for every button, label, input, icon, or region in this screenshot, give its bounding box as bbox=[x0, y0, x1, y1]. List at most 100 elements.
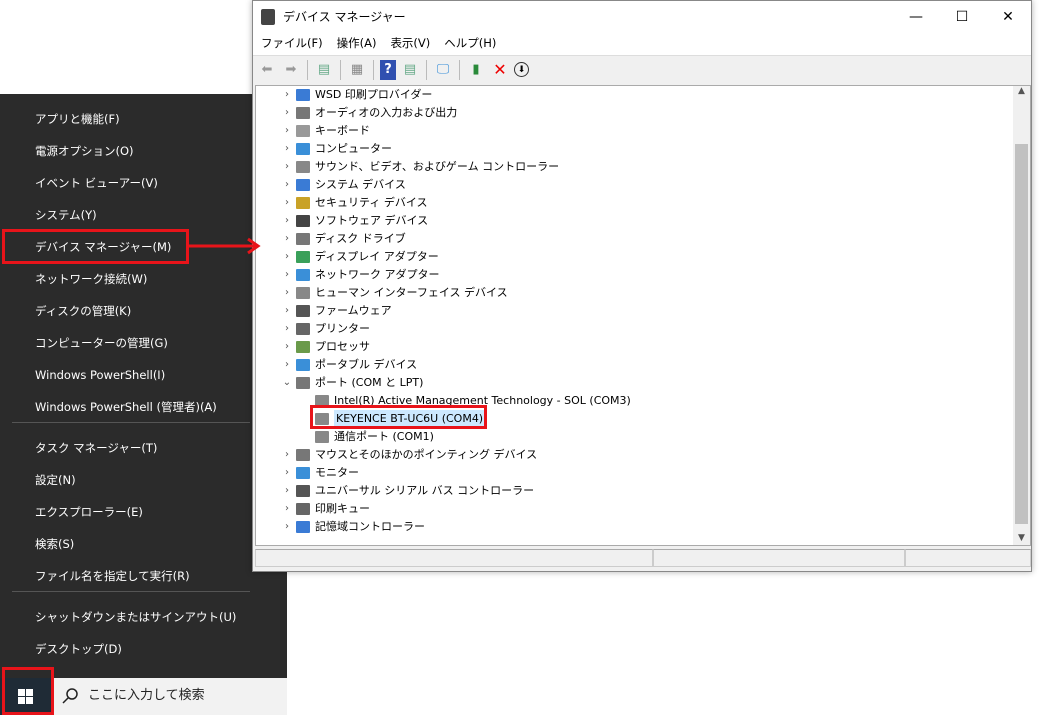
device-category-icon bbox=[296, 269, 310, 281]
tree-item[interactable]: › ネットワーク アダプター bbox=[280, 266, 440, 284]
collapse-chevron-icon[interactable]: ⌄ bbox=[280, 374, 294, 392]
start-menu-item[interactable]: 設定(N) bbox=[0, 464, 287, 496]
scan-hardware-icon[interactable]: 🖵 bbox=[433, 60, 453, 80]
expand-chevron-icon[interactable]: › bbox=[280, 446, 294, 464]
start-menu-item[interactable]: ネットワーク接続(W) bbox=[0, 263, 287, 295]
expand-chevron-icon[interactable]: › bbox=[280, 140, 294, 158]
expand-chevron-icon[interactable]: › bbox=[280, 284, 294, 302]
device-category-icon bbox=[296, 359, 310, 371]
tree-item[interactable]: › ソフトウェア デバイス bbox=[280, 212, 428, 230]
tree-item[interactable]: › マウスとそのほかのポインティング デバイス bbox=[280, 446, 537, 464]
start-menu-item[interactable]: タスク マネージャー(T) bbox=[0, 432, 287, 464]
close-button[interactable]: ✕ bbox=[985, 1, 1031, 33]
toolbar: ⬅ ➡ ▤ ▦ ? ▤ 🖵 ▮ ✕ ⬇ bbox=[253, 55, 1031, 83]
tree-item[interactable]: ⌄ ポート (COM と LPT) bbox=[280, 374, 423, 392]
start-menu-item[interactable]: ファイル名を指定して実行(R) bbox=[0, 560, 287, 592]
start-menu-item[interactable]: アプリと機能(F) bbox=[0, 103, 287, 135]
start-menu-item[interactable]: シャットダウンまたはサインアウト(U) bbox=[0, 601, 287, 633]
expand-chevron-icon[interactable]: › bbox=[280, 212, 294, 230]
tree-item[interactable]: › ポータブル デバイス bbox=[280, 356, 417, 374]
start-menu-item[interactable]: エクスプローラー(E) bbox=[0, 496, 287, 528]
expand-chevron-icon[interactable]: › bbox=[280, 158, 294, 176]
tree-item-label: キーボード bbox=[315, 124, 370, 137]
toolbar-separator bbox=[373, 59, 374, 80]
expand-chevron-icon[interactable]: › bbox=[280, 338, 294, 356]
start-menu-item[interactable]: 電源オプション(O) bbox=[0, 135, 287, 167]
expand-chevron-icon[interactable]: › bbox=[280, 248, 294, 266]
toolbar-separator bbox=[426, 59, 427, 80]
expand-chevron-icon[interactable]: › bbox=[280, 500, 294, 518]
tree-item[interactable]: › モニター bbox=[280, 464, 359, 482]
tree-item[interactable]: › 印刷キュー bbox=[280, 500, 370, 518]
start-menu-item[interactable]: コンピューターの管理(G) bbox=[0, 327, 287, 359]
forward-icon[interactable]: ➡ bbox=[281, 60, 301, 80]
tree-item[interactable]: › 記憶域コントローラー bbox=[280, 518, 425, 536]
expand-chevron-icon[interactable]: › bbox=[280, 320, 294, 338]
expand-chevron-icon[interactable]: › bbox=[280, 104, 294, 122]
start-menu-item[interactable]: 検索(S) bbox=[0, 528, 287, 560]
start-menu-item[interactable]: デスクトップ(D) bbox=[0, 633, 287, 665]
maximize-button[interactable]: ☐ bbox=[939, 1, 985, 33]
device-category-icon bbox=[296, 503, 310, 515]
tree-item[interactable]: › ファームウェア bbox=[280, 302, 392, 320]
device-category-icon bbox=[296, 197, 310, 209]
scrollbar-thumb[interactable] bbox=[1015, 144, 1028, 524]
tree-item[interactable]: › システム デバイス bbox=[280, 176, 406, 194]
expand-chevron-icon[interactable]: › bbox=[280, 230, 294, 248]
start-menu-item[interactable]: ディスクの管理(K) bbox=[0, 295, 287, 327]
status-bar bbox=[255, 549, 1031, 569]
device-category-icon bbox=[296, 161, 310, 173]
tree-item[interactable]: › セキュリティ デバイス bbox=[280, 194, 428, 212]
expand-chevron-icon[interactable]: › bbox=[280, 302, 294, 320]
menu-help[interactable]: ヘルプ(H) bbox=[444, 33, 496, 55]
tree-item-label: 記憶域コントローラー bbox=[315, 520, 425, 533]
expand-chevron-icon[interactable]: › bbox=[280, 176, 294, 194]
expand-chevron-icon[interactable]: › bbox=[280, 266, 294, 284]
disable-device-icon[interactable]: ⬇ bbox=[514, 62, 529, 77]
tree-item[interactable]: › キーボード bbox=[280, 122, 370, 140]
vertical-scrollbar[interactable]: ▲ ▼ bbox=[1013, 86, 1030, 545]
tree-item[interactable]: › ユニバーサル シリアル バス コントローラー bbox=[280, 482, 534, 500]
start-menu-item[interactable]: システム(Y) bbox=[0, 199, 287, 231]
expand-chevron-icon[interactable]: › bbox=[280, 356, 294, 374]
uninstall-device-icon[interactable]: ✕ bbox=[490, 60, 510, 80]
start-menu-item[interactable]: Windows PowerShell (管理者)(A) bbox=[0, 391, 287, 423]
expand-chevron-icon[interactable]: › bbox=[280, 518, 294, 536]
scroll-up-arrow[interactable]: ▲ bbox=[1013, 86, 1030, 96]
properties-icon[interactable]: ▦ bbox=[347, 60, 367, 80]
start-menu-item[interactable]: イベント ビューアー(V) bbox=[0, 167, 287, 199]
help-icon[interactable]: ? bbox=[380, 59, 396, 80]
tree-item[interactable]: › ディスプレイ アダプター bbox=[280, 248, 439, 266]
status-pane bbox=[255, 549, 653, 567]
update-driver-icon[interactable]: ▮ bbox=[466, 60, 486, 80]
expand-chevron-icon[interactable]: › bbox=[280, 482, 294, 500]
tree-item[interactable]: › プロセッサ bbox=[280, 338, 370, 356]
toolbar-separator bbox=[307, 59, 308, 80]
minimize-button[interactable]: — bbox=[893, 1, 939, 33]
tree-item[interactable]: › サウンド、ビデオ、およびゲーム コントローラー bbox=[280, 158, 559, 176]
tree-item-label: プロセッサ bbox=[315, 340, 370, 353]
tree-item[interactable]: › オーディオの入力および出力 bbox=[280, 104, 457, 122]
back-icon[interactable]: ⬅ bbox=[257, 60, 277, 80]
tree-item[interactable]: › ディスク ドライブ bbox=[280, 230, 406, 248]
start-menu-item[interactable]: Windows PowerShell(I) bbox=[0, 359, 287, 391]
tree-item[interactable]: 通信ポート (COM1) bbox=[313, 428, 434, 446]
expand-chevron-icon[interactable]: › bbox=[280, 122, 294, 140]
tree-item-label: オーディオの入力および出力 bbox=[315, 106, 458, 119]
taskbar-search-box[interactable]: ここに入力して検索 bbox=[52, 678, 287, 715]
expand-chevron-icon[interactable]: › bbox=[280, 86, 294, 104]
tree-item[interactable]: › コンピューター bbox=[280, 140, 392, 158]
show-action-pane-icon[interactable]: ▤ bbox=[400, 60, 420, 80]
show-hide-console-tree-icon[interactable]: ▤ bbox=[314, 60, 334, 80]
menu-action[interactable]: 操作(A) bbox=[337, 33, 377, 55]
tree-item[interactable]: › プリンター bbox=[280, 320, 370, 338]
tree-item-label: モニター bbox=[315, 466, 359, 479]
tree-item[interactable]: › WSD 印刷プロバイダー bbox=[280, 86, 432, 104]
tree-item[interactable]: › ヒューマン インターフェイス デバイス bbox=[280, 284, 508, 302]
expand-chevron-icon[interactable]: › bbox=[280, 194, 294, 212]
scroll-down-arrow[interactable]: ▼ bbox=[1013, 533, 1030, 543]
menu-view[interactable]: 表示(V) bbox=[390, 33, 430, 55]
menu-file[interactable]: ファイル(F) bbox=[261, 33, 323, 55]
expand-chevron-icon[interactable]: › bbox=[280, 464, 294, 482]
menu-divider bbox=[12, 591, 250, 592]
